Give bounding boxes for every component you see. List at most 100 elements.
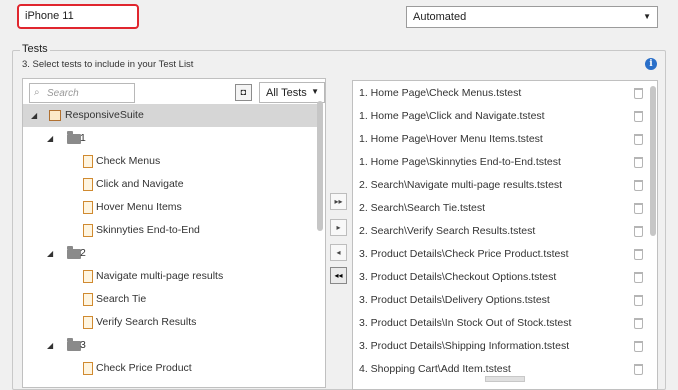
test-filter-value: All Tests xyxy=(266,87,307,99)
tests-title: Tests xyxy=(20,43,50,55)
selected-test-label: 2. Search\Navigate multi-page results.ts… xyxy=(359,179,563,191)
tree-item-label: 2 xyxy=(80,247,86,259)
search-icon: ⌕ xyxy=(34,87,40,98)
selected-test-item[interactable]: 1. Home Page\Hover Menu Items.tstest xyxy=(359,128,649,151)
selected-test-item[interactable]: 3. Product Details\In Stock Out of Stock… xyxy=(359,312,649,335)
tree-item-test[interactable]: Search Tie xyxy=(23,288,317,311)
tree-item-label: 3 xyxy=(80,339,86,351)
available-tests-pane: ⌕ Search ◘ All Tests ▼ ◢ ResponsiveSuite ◢… xyxy=(22,78,326,388)
tree-item-label: Navigate multi-page results xyxy=(96,270,224,282)
tree-item-label: Verify Search Results xyxy=(96,316,197,328)
tests-instruction: 3. Select tests to include in your Test … xyxy=(22,59,194,70)
selected-test-label: 1. Home Page\Check Menus.tstest xyxy=(359,87,522,99)
selected-test-label: 4. Shopping Cart\Add Item.tstest xyxy=(359,363,511,375)
selected-test-label: 3. Product Details\Shipping Information.… xyxy=(359,340,570,352)
tree-item-suite[interactable]: ◢ ResponsiveSuite xyxy=(23,104,317,127)
tree-item-folder[interactable]: ◢ 2 xyxy=(23,242,317,265)
add-selected-button[interactable]: ▸ xyxy=(330,219,347,236)
trash-icon[interactable] xyxy=(634,111,643,122)
tree-item-test[interactable]: Verify Search Results xyxy=(23,311,317,334)
suite-icon xyxy=(49,110,61,121)
selected-test-item[interactable]: 3. Product Details\Delivery Options.tste… xyxy=(359,289,649,312)
tree-item-label: Hover Menu Items xyxy=(96,201,182,213)
remove-selected-button[interactable]: ◂ xyxy=(330,244,347,261)
selected-test-item[interactable]: 3. Product Details\Shipping Information.… xyxy=(359,335,649,358)
tree-item-test[interactable]: Check Price Product xyxy=(23,357,317,380)
test-file-icon xyxy=(83,293,93,306)
selected-test-item[interactable]: 2. Search\Navigate multi-page results.ts… xyxy=(359,174,649,197)
test-file-icon xyxy=(83,178,93,191)
folder-icon xyxy=(67,131,81,144)
test-file-icon xyxy=(83,362,93,375)
test-file-icon xyxy=(83,224,93,237)
chevron-down-icon: ▼ xyxy=(643,12,651,21)
trash-icon[interactable] xyxy=(634,364,643,375)
add-all-button[interactable]: ▸▸ xyxy=(330,193,347,210)
expand-triangle-icon[interactable]: ◢ xyxy=(47,242,53,265)
test-list-type-select[interactable]: Automated ▼ xyxy=(406,6,658,28)
tree-item-label: Check Menus xyxy=(96,155,161,167)
search-placeholder: Search xyxy=(47,88,79,99)
test-file-icon xyxy=(83,201,93,214)
selected-test-label: 3. Product Details\Check Price Product.t… xyxy=(359,248,569,260)
trash-icon[interactable] xyxy=(634,157,643,168)
filter-toggle-button[interactable]: ◘ xyxy=(235,84,252,101)
test-filter-select[interactable]: All Tests ▼ xyxy=(259,82,325,103)
selected-test-label: 3. Product Details\In Stock Out of Stock… xyxy=(359,317,572,329)
tree-item-label: 1 xyxy=(80,132,86,144)
tree-item-folder[interactable]: ◢ 3 xyxy=(23,334,317,357)
trash-icon[interactable] xyxy=(634,341,643,352)
selected-test-label: 3. Product Details\Checkout Options.tste… xyxy=(359,271,557,283)
trash-icon[interactable] xyxy=(634,88,643,99)
trash-icon[interactable] xyxy=(634,318,643,329)
selected-tests-pane: 1. Home Page\Check Menus.tstest 1. Home P… xyxy=(352,80,658,390)
folder-icon xyxy=(67,338,81,351)
test-list-name-input[interactable]: iPhone 11 xyxy=(17,4,139,29)
trash-icon[interactable] xyxy=(634,249,643,260)
expand-triangle-icon[interactable]: ◢ xyxy=(31,104,37,127)
selected-test-item[interactable]: 3. Product Details\Checkout Options.tste… xyxy=(359,266,649,289)
tree-item-test[interactable]: Click and Navigate xyxy=(23,173,317,196)
selected-test-item[interactable]: 1. Home Page\Check Menus.tstest xyxy=(359,82,649,105)
tree-item-label: Click and Navigate xyxy=(96,178,184,190)
selected-test-label: 2. Search\Search Tie.tstest xyxy=(359,202,486,214)
bottom-handle[interactable] xyxy=(485,376,525,382)
selected-test-item[interactable]: 2. Search\Verify Search Results.tstest xyxy=(359,220,649,243)
tree-item-test[interactable]: Hover Menu Items xyxy=(23,196,317,219)
search-input[interactable]: ⌕ Search xyxy=(29,83,135,103)
selected-test-item[interactable]: 1. Home Page\Click and Navigate.tstest xyxy=(359,105,649,128)
folder-icon xyxy=(67,246,81,259)
tree-item-label: ResponsiveSuite xyxy=(65,109,144,121)
info-icon[interactable]: i xyxy=(645,58,657,70)
tree-item-test[interactable]: Skinnyties End-to-End xyxy=(23,219,317,242)
tree-scrollbar[interactable] xyxy=(317,101,323,231)
test-file-icon xyxy=(83,155,93,168)
tree-item-test[interactable]: Navigate multi-page results xyxy=(23,265,317,288)
tree-item-label: Search Tie xyxy=(96,293,147,305)
test-file-icon xyxy=(83,316,93,329)
trash-icon[interactable] xyxy=(634,295,643,306)
type-select-value: Automated xyxy=(413,11,467,23)
remove-all-button[interactable]: ◂◂ xyxy=(330,267,347,284)
tree-item-label: Check Price Product xyxy=(96,362,192,374)
selected-test-item[interactable]: 1. Home Page\Skinnyties End-to-End.tstes… xyxy=(359,151,649,174)
selected-test-item[interactable]: 2. Search\Search Tie.tstest xyxy=(359,197,649,220)
selected-test-label: 1. Home Page\Hover Menu Items.tstest xyxy=(359,133,543,145)
selected-test-label: 3. Product Details\Delivery Options.tste… xyxy=(359,294,550,306)
selected-test-item[interactable]: 3. Product Details\Check Price Product.t… xyxy=(359,243,649,266)
expand-triangle-icon[interactable]: ◢ xyxy=(47,334,53,357)
trash-icon[interactable] xyxy=(634,134,643,145)
trash-icon[interactable] xyxy=(634,203,643,214)
test-file-icon xyxy=(83,270,93,283)
tree-item-test[interactable]: Check Menus xyxy=(23,150,317,173)
expand-triangle-icon[interactable]: ◢ xyxy=(47,127,53,150)
selected-test-label: 2. Search\Verify Search Results.tstest xyxy=(359,225,536,237)
selected-test-label: 1. Home Page\Click and Navigate.tstest xyxy=(359,110,545,122)
tree-item-folder[interactable]: ◢ 1 xyxy=(23,127,317,150)
selected-test-label: 1. Home Page\Skinnyties End-to-End.tstes… xyxy=(359,156,561,168)
selected-scrollbar[interactable] xyxy=(650,86,656,236)
trash-icon[interactable] xyxy=(634,180,643,191)
trash-icon[interactable] xyxy=(634,272,643,283)
tree-item-label: Skinnyties End-to-End xyxy=(96,224,200,236)
trash-icon[interactable] xyxy=(634,226,643,237)
